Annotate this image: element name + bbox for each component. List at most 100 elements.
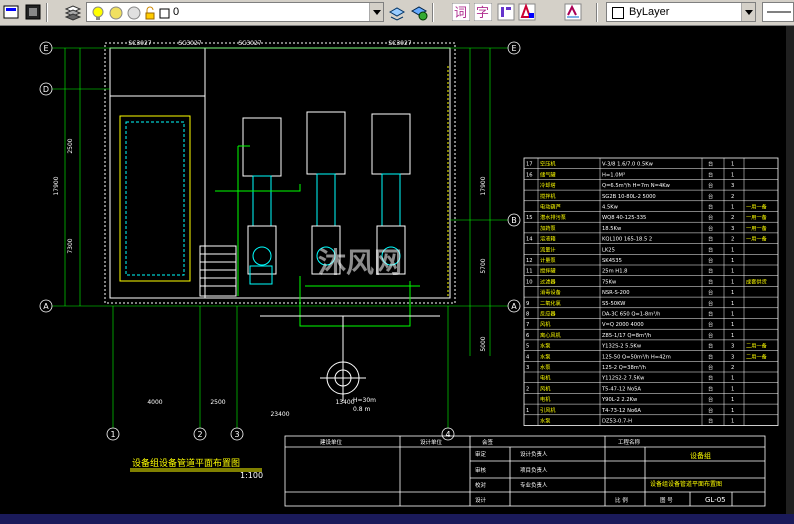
tb-sheet-no: GL-05 — [705, 496, 726, 504]
building-outer-wall — [104, 42, 456, 304]
plan-title: 设备组设备管道平面布置图 — [132, 457, 240, 469]
chevron-down-icon[interactable] — [369, 3, 383, 21]
dim-text: SC3027 — [128, 40, 151, 47]
boiler-1 — [242, 117, 282, 177]
table-cell-name: 风机 — [540, 320, 551, 328]
matchprop-icon[interactable] — [2, 3, 20, 21]
layer-manager-icon[interactable] — [64, 3, 82, 21]
tb-header: 建设单位 — [320, 438, 343, 446]
table-cell-note: 一用一备 — [746, 213, 768, 221]
table-cell-name: 水泵 — [540, 417, 550, 425]
multiline-text-icon[interactable] — [497, 3, 515, 21]
table-cell-no: 10 — [526, 279, 533, 285]
tb-role: 设计 — [475, 496, 487, 504]
pipes — [215, 66, 449, 366]
table-cell-note: 二用一备 — [746, 342, 768, 350]
table-cell-unit: 台 — [708, 213, 713, 221]
table-cell-unit: 台 — [708, 406, 713, 414]
table-cell-no: 16 — [526, 172, 533, 178]
table-cell-qty: 1 — [731, 172, 734, 178]
table-cell-no: 8 — [526, 312, 529, 318]
tb-role: 审定 — [475, 450, 487, 458]
table-cell-name: 空压机 — [540, 160, 556, 168]
table-cell-name: 潜水排污泵 — [540, 213, 566, 221]
table-cell-no: 12 — [526, 258, 533, 264]
drawing-canvas[interactable]: E D A E B A 1 2 3 4 SC3027 SC3027 SC3027… — [0, 26, 794, 514]
dim-text: SC3027 — [388, 40, 411, 47]
boiler-2-base — [316, 173, 336, 227]
table-cell-spec: Q=6.5m³/h H=7m N=4Kw — [602, 183, 671, 189]
table-cell-name: 引风机 — [540, 406, 556, 414]
table-cell-spec: Y90L-2 2.2Kw — [601, 397, 638, 403]
linetype-dropdown[interactable] — [762, 2, 794, 22]
table-cell-unit: 台 — [708, 170, 713, 178]
spell-check-icon[interactable] — [564, 3, 582, 21]
layer-dropdown[interactable]: 0 — [86, 2, 384, 22]
table-cell-qty: 3 — [731, 183, 734, 189]
toolbar-separator — [596, 3, 598, 22]
table-cell-spec: DZ53-0.7-H — [602, 419, 632, 425]
table-cell-unit: 台 — [708, 363, 713, 371]
table-cell-spec: SG2B 10-80L-2 5000 — [602, 194, 656, 200]
sun-icon[interactable] — [109, 5, 123, 24]
vertical-scrollbar[interactable] — [786, 26, 794, 514]
table-cell-spec: Y132S-2 5.5Kw — [601, 344, 642, 350]
table-cell-unit: 台 — [708, 203, 713, 211]
table-cell-unit: 台 — [708, 181, 713, 189]
table-cell-no: 15 — [526, 215, 533, 221]
table-cell-name: 流量计 — [540, 245, 556, 253]
table-cell-name: 冷却塔 — [540, 181, 556, 189]
axis-label: 4 — [445, 430, 450, 439]
table-cell-qty: 2 — [731, 365, 734, 371]
table-cell-note: 一用一备 — [746, 235, 768, 243]
table-cell-no: 9 — [526, 301, 529, 307]
table-cell-unit: 台 — [708, 352, 713, 360]
table-cell-unit: 台 — [708, 417, 713, 425]
status-bar — [0, 514, 794, 524]
table-cell-qty: 3 — [731, 226, 734, 232]
chevron-down-icon[interactable] — [741, 3, 755, 21]
lightbulb-icon[interactable] — [91, 5, 105, 24]
title-block-text: 建设单位 设计单位 会签 工程名称 审定 审核 校对 设计 设计负责人 项目负责… — [320, 438, 726, 504]
table-cell-qty: 1 — [731, 290, 734, 296]
table-cell-no: 4 — [526, 354, 530, 360]
table-cell-name: 反应器 — [540, 310, 556, 318]
layer-previous-icon[interactable] — [388, 3, 406, 21]
table-cell-spec: V=Q 2000 4000 — [602, 322, 644, 328]
table-cell-unit: 台 — [708, 267, 713, 275]
table-cell-qty: 1 — [731, 322, 734, 328]
font-icon[interactable]: 字 — [474, 3, 492, 21]
layer-states-icon[interactable] — [410, 3, 428, 21]
table-cell-unit: 台 — [708, 310, 713, 318]
color-dropdown[interactable]: ByLayer — [606, 2, 756, 22]
table-cell-unit: 台 — [708, 395, 713, 403]
chimney-diameter: 0.8 m — [353, 406, 370, 413]
toolbar-separator — [46, 3, 48, 22]
tb-drawing-name: 设备组设备管道平面布置图 — [650, 480, 722, 488]
table-cell-spec: S5-50KW — [602, 301, 625, 307]
table-cell-name: 离心风机 — [540, 331, 562, 339]
table-cell-spec: SK4535 — [602, 258, 622, 264]
table-cell-qty: 3 — [731, 354, 734, 360]
text-color-icon[interactable] — [518, 3, 536, 21]
dim-text: 2500 — [210, 399, 225, 406]
table-cell-spec: H=1.0M³ — [602, 172, 625, 178]
toolbar-separator — [432, 3, 434, 22]
axis-label: A — [43, 302, 49, 311]
lock-icon[interactable] — [143, 5, 157, 24]
table-cell-no: 6 — [526, 333, 529, 339]
tb-project: 设备组 — [690, 451, 711, 460]
table-cell-spec: T4-73-12 No6A — [601, 408, 641, 414]
color-square-icon — [159, 5, 171, 24]
table-cell-qty: 1 — [731, 247, 734, 253]
table-cell-unit: 台 — [708, 256, 713, 264]
sun-icon[interactable] — [127, 5, 141, 24]
table-cell-note: 一用一备 — [746, 224, 768, 232]
properties-icon[interactable] — [24, 3, 42, 21]
text-style-icon[interactable]: 词 — [452, 3, 470, 21]
table-cell-name: 溶液箱 — [540, 235, 556, 243]
table-cell-qty: 1 — [731, 419, 734, 425]
boiler-3-base — [381, 173, 401, 227]
properties-toolbar: 0 词 字 ByLayer — [0, 0, 794, 26]
table-cell-name: 电动葫芦 — [540, 203, 561, 211]
